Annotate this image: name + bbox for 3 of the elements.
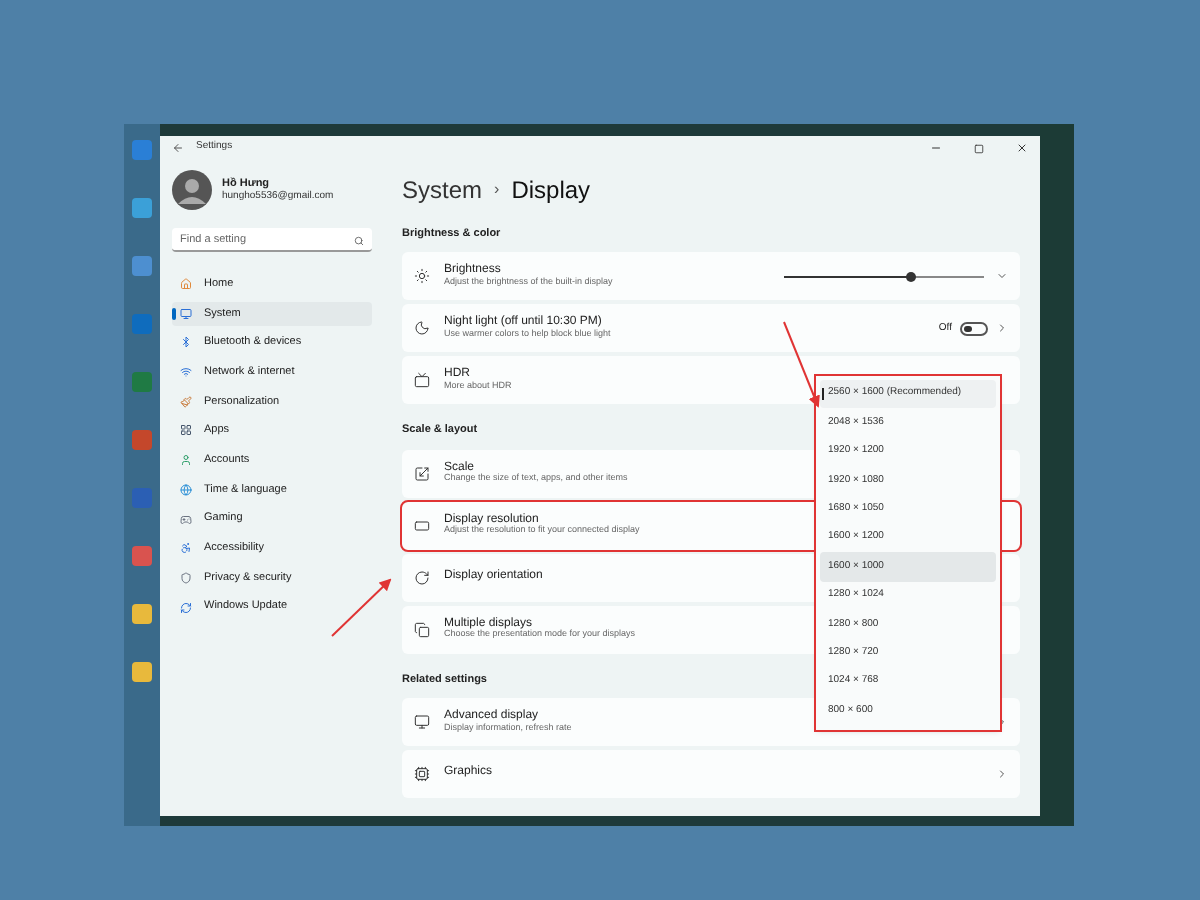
breadcrumb-separator: › (494, 178, 500, 202)
breadcrumb-parent[interactable]: System (402, 172, 483, 208)
page-title: Display (511, 174, 591, 208)
